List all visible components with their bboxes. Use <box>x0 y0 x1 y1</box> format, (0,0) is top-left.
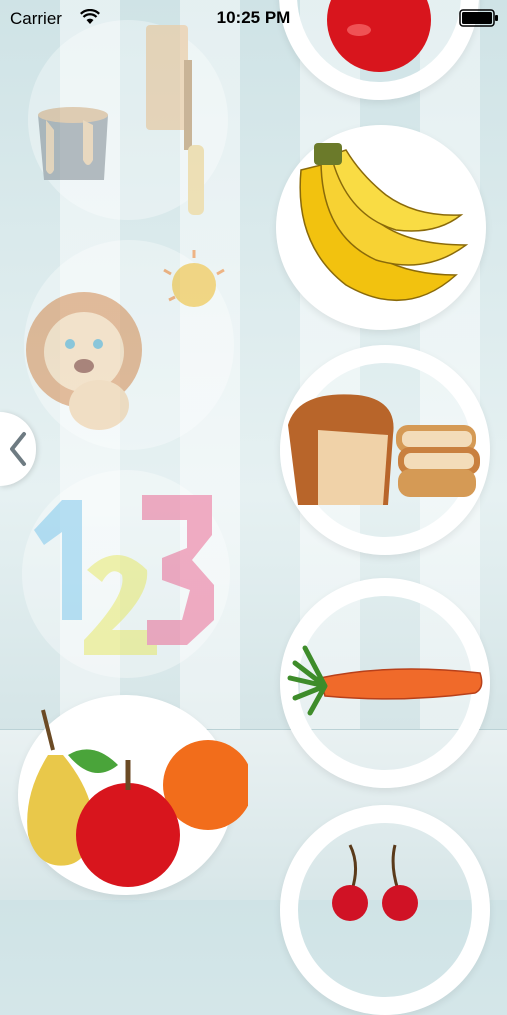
fruits-icon <box>27 709 248 887</box>
back-button[interactable] <box>0 412 36 486</box>
chevron-left-icon <box>10 432 26 466</box>
carrot-icon <box>287 645 483 716</box>
category-numbers[interactable] <box>22 470 230 678</box>
cherries-icon <box>332 844 418 921</box>
status-time: 10:25 PM <box>216 8 291 27</box>
bread-icon <box>288 394 480 505</box>
item-banana[interactable] <box>276 125 486 330</box>
category-colors[interactable] <box>28 20 228 220</box>
item-bread[interactable] <box>280 345 490 555</box>
lion-icon <box>26 250 225 430</box>
banana-icon <box>299 143 469 302</box>
numbers-123-icon <box>34 495 214 655</box>
category-fruits[interactable] <box>18 695 248 895</box>
item-cherries[interactable] <box>280 805 490 1015</box>
category-animals[interactable] <box>24 240 234 450</box>
paint-bucket-roller-icon <box>38 25 204 215</box>
item-carrot[interactable] <box>280 578 490 788</box>
status-bar: Carrier 10:25 PM <box>0 0 507 36</box>
battery-icon <box>459 9 498 27</box>
